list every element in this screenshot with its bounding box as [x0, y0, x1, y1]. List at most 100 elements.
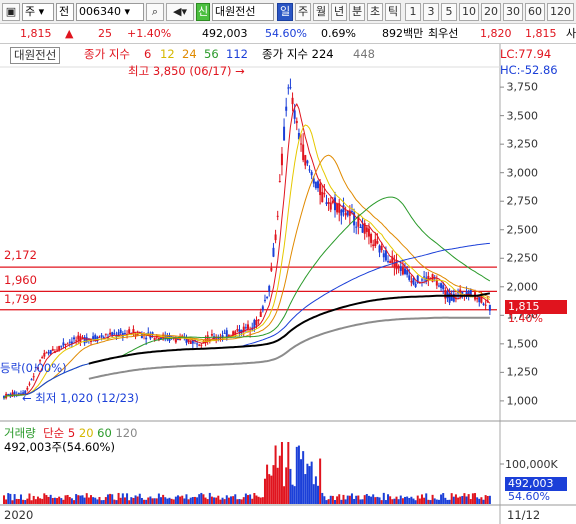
candle-body	[247, 324, 249, 329]
volume-bar	[32, 495, 35, 504]
candle-body	[304, 155, 307, 166]
candle-body	[333, 197, 336, 211]
date-axis-start: 2020	[4, 508, 34, 522]
period-month-tab[interactable]: 월	[313, 3, 329, 21]
volume-bar	[283, 486, 286, 504]
volume-value-text: 492,003주(54.60%)	[4, 440, 115, 454]
candle-body	[399, 266, 402, 271]
volume-bar	[367, 495, 370, 504]
interval-1-button[interactable]: 1	[405, 3, 421, 21]
interval-3-button[interactable]: 3	[423, 3, 439, 21]
candle-body	[442, 285, 445, 290]
period-day-tab[interactable]: 일	[277, 3, 293, 21]
volume-bar	[115, 500, 118, 504]
sound-icon[interactable]: ◀▾	[166, 3, 194, 21]
stock-code-input[interactable]: 006340 ▾	[76, 3, 144, 21]
candle-body	[276, 215, 279, 217]
volume-bar	[238, 499, 241, 504]
volume-bar	[365, 494, 368, 504]
volume-bar	[474, 493, 477, 504]
turnover-ratio: 0.69%	[321, 27, 356, 40]
volume-bar	[435, 499, 438, 504]
volume-bar	[412, 498, 415, 504]
candle-body	[346, 210, 349, 216]
interval-5-button[interactable]: 5	[441, 3, 457, 21]
interval-120-button[interactable]: 120	[547, 3, 574, 21]
period-week-tab[interactable]: 주	[295, 3, 311, 21]
volume-bar	[181, 495, 184, 504]
volume-bar	[427, 499, 430, 504]
volume-bar	[484, 495, 487, 504]
volume-bar	[102, 500, 105, 504]
candle-body	[200, 344, 203, 346]
volume-bar	[187, 499, 190, 504]
change-note: 등락(0.00%)	[0, 361, 67, 375]
volume-bar	[272, 465, 275, 504]
candle-body	[435, 280, 438, 286]
volume-bar	[280, 442, 283, 504]
volume-bar	[423, 497, 426, 504]
volume-bar	[448, 499, 451, 504]
volume-value: 492,003	[202, 27, 248, 40]
candle-body	[109, 332, 112, 335]
candle-body	[329, 202, 332, 210]
candle-body	[83, 337, 86, 344]
chart-type-icon[interactable]: ▣	[2, 3, 20, 21]
volume-bar	[75, 494, 78, 504]
volume-bar	[401, 498, 404, 504]
interval-20-button[interactable]: 20	[481, 3, 501, 21]
volume-bar	[121, 493, 124, 504]
candle-body	[98, 336, 101, 338]
price-change: 25	[98, 27, 112, 40]
volume-bar	[3, 495, 5, 504]
volume-bar	[106, 494, 109, 504]
interval-10-button[interactable]: 10	[459, 3, 479, 21]
candle-body	[283, 126, 286, 141]
price-axis-label: 3,750	[506, 80, 539, 94]
candle-body	[123, 333, 126, 335]
volume-bar	[104, 497, 107, 504]
candle-body	[64, 344, 67, 346]
volume-bar	[87, 497, 90, 504]
volume-bar	[68, 497, 71, 504]
candle-body	[302, 144, 305, 161]
volume-bar	[444, 497, 447, 504]
candle-body	[119, 329, 122, 333]
volume-bar	[34, 499, 37, 504]
volume-bar	[147, 497, 150, 504]
volume-bar	[219, 499, 222, 504]
candle-body	[45, 352, 48, 354]
volume-bar	[198, 494, 201, 504]
candle-body	[306, 160, 309, 164]
candle-body	[323, 193, 326, 195]
volume-bar	[227, 497, 230, 504]
candle-body	[198, 344, 201, 346]
volume-bar	[387, 494, 390, 504]
volume-bar	[66, 494, 69, 504]
period-second-tab[interactable]: 초	[367, 3, 383, 21]
volume-bar	[28, 493, 31, 504]
candle-body	[382, 253, 385, 258]
volume-bar	[9, 493, 12, 504]
volume-bar	[410, 496, 413, 504]
candle-body	[389, 261, 392, 264]
volume-ratio: 54.60%	[265, 27, 307, 40]
search-icon[interactable]: ⌕	[146, 3, 164, 21]
interval-60-button[interactable]: 60	[525, 3, 545, 21]
volume-bar	[486, 496, 489, 504]
hline-label-1799: 1,799	[4, 292, 37, 306]
volume-bar	[134, 495, 137, 504]
volume-bar	[454, 494, 457, 504]
volume-bar	[151, 498, 154, 504]
ma24-legend: 24	[182, 47, 197, 61]
volume-bar	[26, 498, 29, 504]
candle-body	[401, 266, 404, 275]
candle-body	[253, 319, 256, 328]
market-select[interactable]: 주 ▾	[22, 3, 54, 21]
period-minute-tab[interactable]: 분	[349, 3, 365, 21]
interval-30-button[interactable]: 30	[503, 3, 523, 21]
volume-bar	[64, 495, 67, 504]
period-tick-tab[interactable]: 틱	[385, 3, 401, 21]
period-year-tab[interactable]: 년	[331, 3, 347, 21]
mode-select[interactable]: 전	[56, 3, 74, 21]
